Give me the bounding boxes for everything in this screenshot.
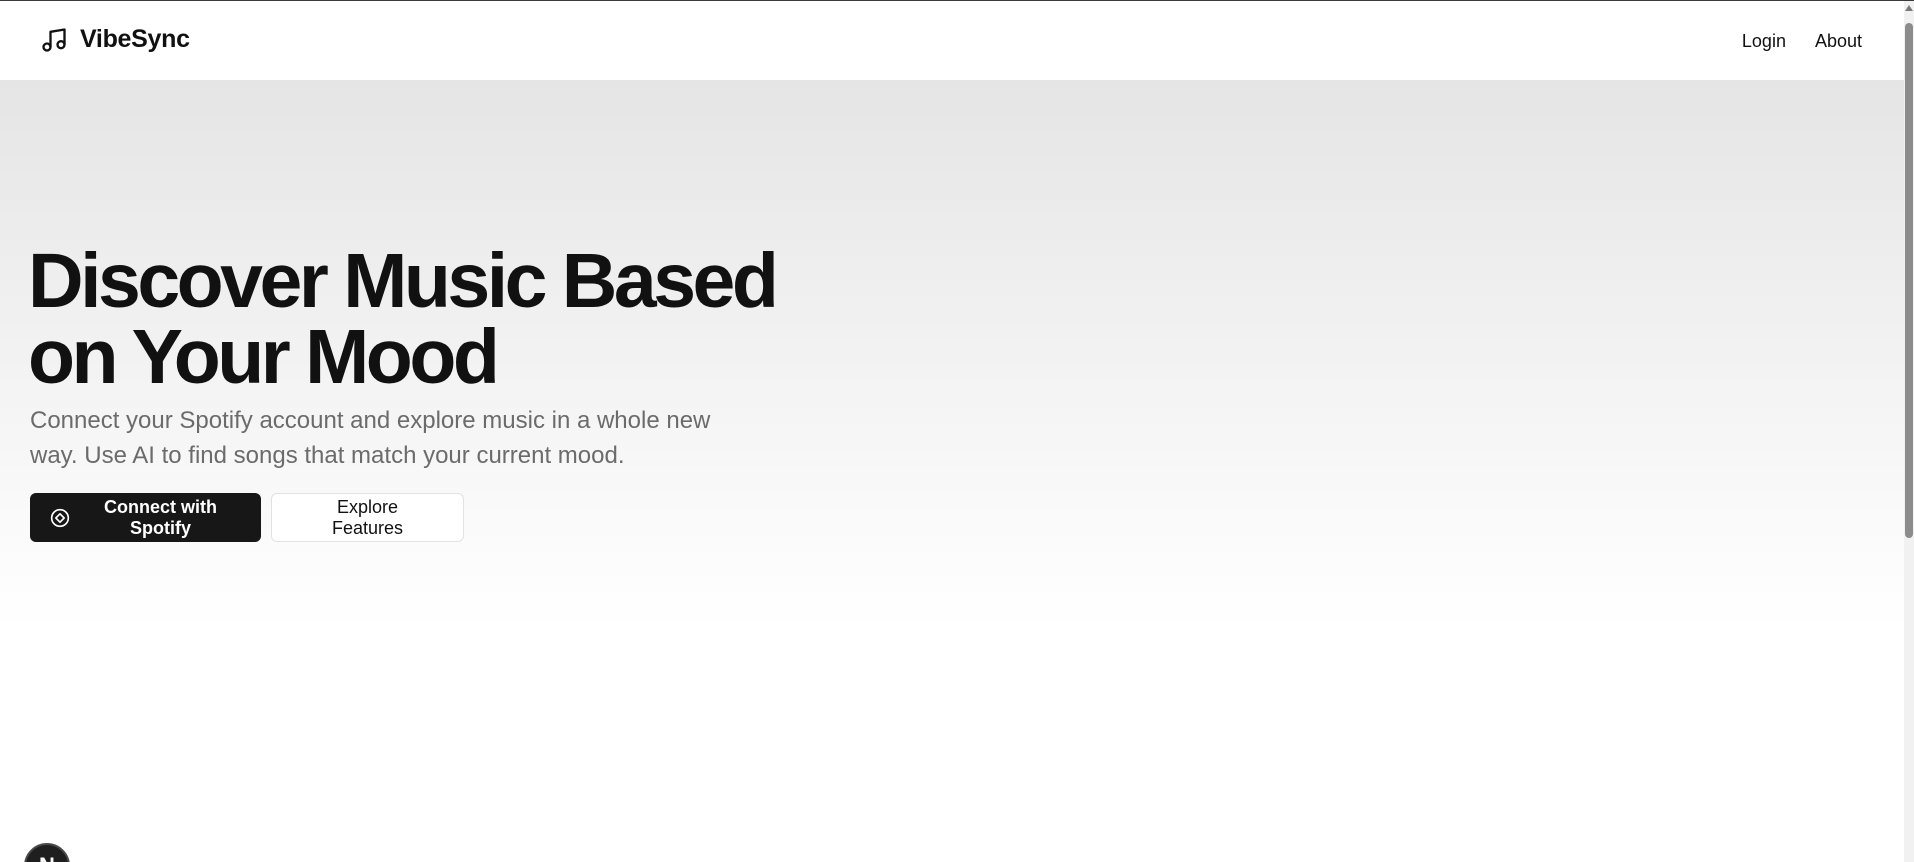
spotify-disc-icon (50, 508, 70, 528)
page-scrollbar[interactable] (1904, 1, 1914, 862)
nav-login-link[interactable]: Login (1742, 31, 1786, 52)
brand-link[interactable]: VibeSync (40, 25, 190, 54)
main-nav: Login About (1742, 31, 1862, 52)
hero-section: Discover Music Based on Your Mood Connec… (0, 81, 1904, 862)
scrollbar-thumb[interactable] (1905, 23, 1913, 538)
connect-spotify-label: Connect with Spotify (104, 496, 217, 538)
nav-about-link[interactable]: About (1815, 31, 1862, 52)
scroll-up-arrow-icon[interactable] (1905, 5, 1913, 11)
brand-name: VibeSync (80, 25, 190, 53)
app-window: VibeSync Login About Discover Music Base… (0, 0, 1914, 862)
top-navbar: VibeSync Login About (0, 1, 1904, 81)
hero-actions: Connect with Spotify Explore Features (30, 493, 464, 542)
hero-subtitle: Connect your Spotify account and explore… (30, 407, 711, 469)
music-note-icon (40, 26, 68, 54)
explore-features-button[interactable]: Explore Features (271, 493, 464, 542)
connect-spotify-button[interactable]: Connect with Spotify (30, 493, 261, 542)
hero-headline: Discover Music Based on Your Mood (28, 238, 779, 400)
